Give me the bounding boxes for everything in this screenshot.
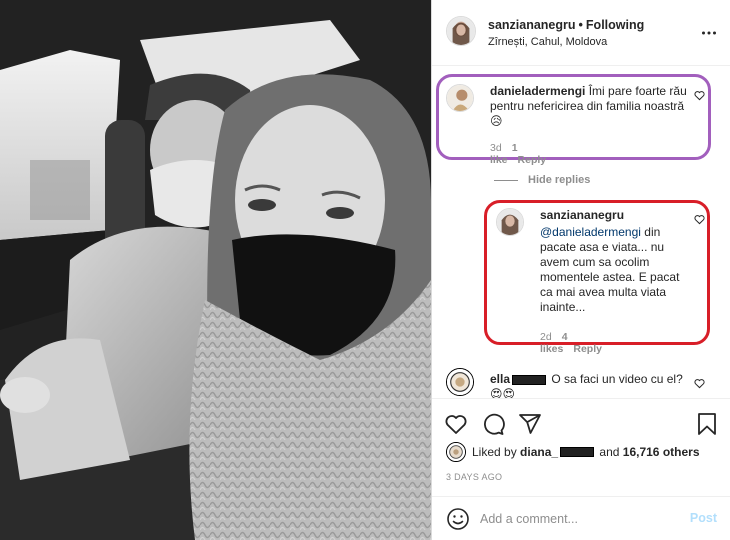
reply-meta: 2d 4 likes Reply — [540, 331, 612, 355]
author-avatar[interactable] — [446, 16, 476, 46]
reply-body: sanziananegru @danieladermengi din pacat… — [540, 208, 680, 315]
post-location[interactable]: Zîrnești, Cahul, Moldova — [488, 36, 607, 48]
author-username[interactable]: sanziananegru — [488, 18, 576, 32]
divider-line — [494, 179, 518, 181]
liked-by-line: Liked by diana_ and 16,716 others — [446, 442, 700, 462]
post-header: sanziananegru • Following Zîrnești, Cahul,… — [432, 0, 730, 66]
reply-reply-button[interactable]: Reply — [573, 343, 602, 355]
reply-time[interactable]: 2d — [540, 331, 552, 343]
liked-by-prefix: Liked by — [472, 445, 517, 459]
comment-reply-button[interactable]: Reply — [518, 154, 547, 166]
header-separator: • — [578, 18, 583, 32]
comment-time[interactable]: 3d — [490, 142, 502, 154]
hide-replies-button[interactable]: Hide replies — [494, 174, 590, 186]
emoji-icon[interactable] — [446, 507, 470, 531]
post-date[interactable]: 3 DAYS AGO — [446, 472, 502, 482]
post-button[interactable]: Post — [690, 511, 717, 525]
share-icon[interactable] — [518, 412, 542, 436]
following-button[interactable]: Following — [586, 18, 644, 32]
reply-username[interactable]: sanziananegru — [540, 208, 680, 223]
post-action-bar — [432, 398, 730, 442]
comment-input[interactable] — [480, 507, 670, 531]
heart-icon[interactable] — [444, 412, 468, 436]
post-side-panel: sanziananegru • Following Zîrnești, Cahul,… — [431, 0, 730, 540]
author-line: sanziananegru • Following — [488, 18, 644, 32]
post-photo[interactable] — [0, 0, 431, 540]
more-horizontal-icon[interactable] — [701, 25, 717, 41]
reply-mention[interactable]: @danieladermengi — [540, 225, 641, 239]
add-comment-bar: Post — [432, 496, 730, 540]
commenter-avatar[interactable] — [446, 368, 474, 396]
commenter-avatar[interactable] — [446, 84, 474, 112]
comment-icon[interactable] — [481, 412, 505, 436]
reply-content: @danieladermengi din pacate asa e viata.… — [540, 225, 680, 315]
photo-illustration — [0, 0, 431, 540]
comment-body: danieladermengi Îmi pare foarte rău pent… — [490, 84, 690, 129]
comment-like-heart-icon[interactable] — [694, 378, 705, 389]
comment-username[interactable]: danieladermengi — [490, 84, 585, 98]
reply-avatar[interactable] — [496, 208, 524, 236]
comment-meta: 3d 1 like Reply — [490, 142, 556, 166]
comment-like-heart-icon[interactable] — [694, 90, 705, 101]
redaction-bar — [512, 374, 547, 385]
reply-like-heart-icon[interactable] — [694, 214, 705, 225]
liked-by-middle: and — [599, 445, 620, 459]
redaction-bar — [560, 447, 595, 457]
hide-replies-label: Hide replies — [528, 174, 591, 186]
liked-by-others[interactable]: 16,716 others — [623, 445, 700, 459]
bookmark-icon[interactable] — [695, 412, 719, 436]
comment-username[interactable]: ella — [490, 372, 510, 386]
liked-by-user[interactable]: diana_ — [520, 445, 558, 459]
liker-avatar[interactable] — [446, 442, 466, 462]
